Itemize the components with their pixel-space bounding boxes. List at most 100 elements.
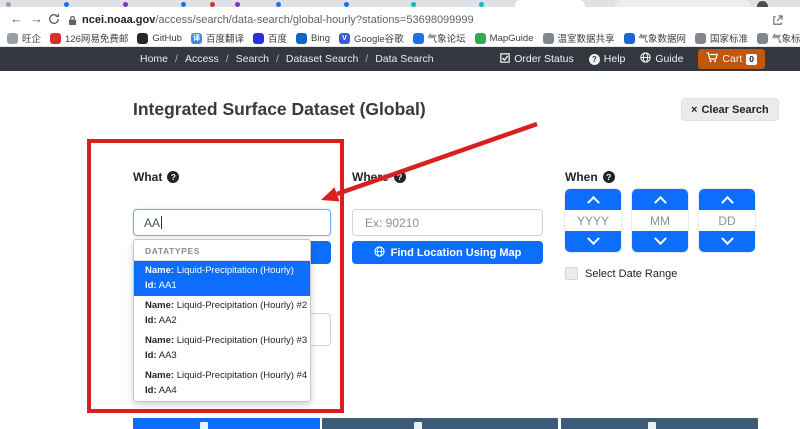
breadcrumb-separator: / xyxy=(226,53,229,65)
globe-icon xyxy=(640,52,651,66)
chevron-up-icon xyxy=(721,196,734,209)
question-icon[interactable]: ? xyxy=(603,171,615,183)
bookmark-label: 旺企 xyxy=(22,31,41,45)
chevron-down-icon xyxy=(721,232,734,245)
bookmark-item[interactable]: 温室数据共享 xyxy=(543,31,615,45)
bookmark-favicon: V xyxy=(339,33,350,44)
lock-icon[interactable] xyxy=(68,13,77,31)
year-input[interactable] xyxy=(565,213,621,229)
datatype-option-aa2[interactable]: Name: Liquid-Precipitation (Hourly) #2 I… xyxy=(134,296,310,331)
chevron-down-icon xyxy=(587,232,600,245)
location-input-field[interactable] xyxy=(363,215,532,231)
bookmark-item[interactable]: 百度 xyxy=(253,31,287,45)
bookmark-item[interactable]: 旺企 xyxy=(7,31,41,45)
close-icon: × xyxy=(691,104,697,116)
browser-toolbar: ← → ncei.noaa.gov/access/search/data-sea… xyxy=(0,7,800,30)
year-spinner xyxy=(565,189,621,252)
spinner-up-button[interactable] xyxy=(632,189,688,210)
navbar-actions: Order Status ? Help Guide Cart 0 xyxy=(500,49,765,69)
address-bar[interactable]: ncei.noaa.gov/access/search/data-search/… xyxy=(82,14,474,26)
order-status-icon xyxy=(500,53,510,66)
bookmark-label: 国家标准 xyxy=(710,31,748,45)
bookmark-favicon xyxy=(543,33,554,44)
back-icon[interactable]: ← xyxy=(10,10,23,27)
find-location-label: Find Location Using Map xyxy=(391,247,522,259)
bookmark-item[interactable]: 气象论坛 xyxy=(413,31,466,45)
spinner-up-button[interactable] xyxy=(565,189,621,210)
datatype-option-aa1[interactable]: Name: Liquid-Precipitation (Hourly) Id: … xyxy=(134,261,310,296)
breadcrumb-separator: / xyxy=(175,53,178,65)
find-location-button[interactable]: Find Location Using Map xyxy=(352,241,543,264)
share-icon[interactable] xyxy=(772,13,783,31)
bookmark-item[interactable]: MapGuide xyxy=(475,33,534,44)
bookmark-item[interactable]: 国家标准 xyxy=(695,31,748,45)
spinner-down-button[interactable] xyxy=(632,231,688,252)
chevron-up-icon xyxy=(654,196,667,209)
guide-link[interactable]: Guide xyxy=(640,52,683,66)
breadcrumb-access[interactable]: Access xyxy=(185,53,219,65)
bottom-action-button-1[interactable] xyxy=(133,418,320,429)
bookmark-item[interactable]: 译百度翻译 xyxy=(191,31,244,45)
breadcrumb-dataset-search[interactable]: Dataset Search xyxy=(286,53,358,65)
page-title: Integrated Surface Dataset (Global) xyxy=(133,99,426,120)
breadcrumb-home[interactable]: Home xyxy=(140,53,168,65)
bookmark-item[interactable]: Bing xyxy=(296,33,330,44)
bookmark-label: 百度翻译 xyxy=(206,31,244,45)
bookmark-label: MapGuide xyxy=(490,33,534,44)
clear-search-button[interactable]: × Clear Search xyxy=(681,98,779,121)
bookmark-label: 126网易免费邮 xyxy=(65,31,128,45)
breadcrumb-search[interactable]: Search xyxy=(236,53,269,65)
bookmark-item[interactable]: 气象数据网 xyxy=(624,31,687,45)
bookmark-item[interactable]: GitHub xyxy=(137,33,182,44)
select-date-range-label: Select Date Range xyxy=(585,268,677,280)
guide-label: Guide xyxy=(655,53,683,65)
bookmark-favicon xyxy=(7,33,18,44)
clear-search-label: Clear Search xyxy=(701,104,768,116)
forward-icon[interactable]: → xyxy=(30,10,43,27)
url-host: ncei.noaa.gov xyxy=(82,14,155,26)
breadcrumb-data-search[interactable]: Data Search xyxy=(375,53,433,65)
datatype-option-aa4[interactable]: Name: Liquid-Precipitation (Hourly) #4 I… xyxy=(134,366,310,401)
spinner-up-button[interactable] xyxy=(699,189,755,210)
bookmark-item[interactable]: VGoogle谷歌 xyxy=(339,31,404,45)
globe-icon xyxy=(374,246,385,260)
bottom-action-button-3[interactable] xyxy=(561,418,758,429)
select-date-range-checkbox[interactable] xyxy=(565,267,578,280)
bookmark-favicon xyxy=(253,33,264,44)
browser-tab-strip[interactable] xyxy=(0,0,800,7)
cart-icon xyxy=(706,52,718,66)
cart-button[interactable]: Cart 0 xyxy=(698,49,765,69)
question-icon[interactable]: ? xyxy=(167,171,179,183)
active-tab[interactable] xyxy=(515,0,585,7)
chevron-down-icon xyxy=(654,232,667,245)
bookmark-label: 气象论坛 xyxy=(428,31,466,45)
datatype-option-aa3[interactable]: Name: Liquid-Precipitation (Hourly) #3 I… xyxy=(134,331,310,366)
bottom-action-button-2[interactable] xyxy=(322,418,558,429)
help-link[interactable]: ? Help xyxy=(589,53,626,65)
bookmark-favicon xyxy=(413,33,424,44)
datatype-search-input[interactable]: AA xyxy=(133,209,331,236)
breadcrumb: Home / Access / Search / Dataset Search … xyxy=(140,53,434,65)
month-input[interactable] xyxy=(632,213,688,229)
spinner-down-button[interactable] xyxy=(699,231,755,252)
text-caret xyxy=(161,216,162,229)
breadcrumb-separator: / xyxy=(365,53,368,65)
order-status-link[interactable]: Order Status xyxy=(500,53,574,66)
day-input[interactable] xyxy=(699,213,755,229)
order-status-label: Order Status xyxy=(514,53,574,65)
bookmark-favicon xyxy=(296,33,307,44)
bookmark-item[interactable]: 气象标准 xyxy=(757,31,800,45)
question-icon[interactable]: ? xyxy=(394,171,406,183)
bookmark-label: 气象标准 xyxy=(772,31,800,45)
help-icon: ? xyxy=(589,54,600,65)
bookmark-label: 百度 xyxy=(268,31,287,45)
dropdown-group-header: DATATYPES xyxy=(134,240,310,261)
cart-label: Cart xyxy=(722,53,742,65)
bookmark-item[interactable]: 126网易免费邮 xyxy=(50,31,128,45)
location-input[interactable] xyxy=(352,209,543,236)
inactive-tab[interactable] xyxy=(615,0,750,7)
bookmark-favicon xyxy=(475,33,486,44)
spinner-down-button[interactable] xyxy=(565,231,621,252)
reload-icon[interactable] xyxy=(48,12,60,29)
day-spinner xyxy=(699,189,755,252)
